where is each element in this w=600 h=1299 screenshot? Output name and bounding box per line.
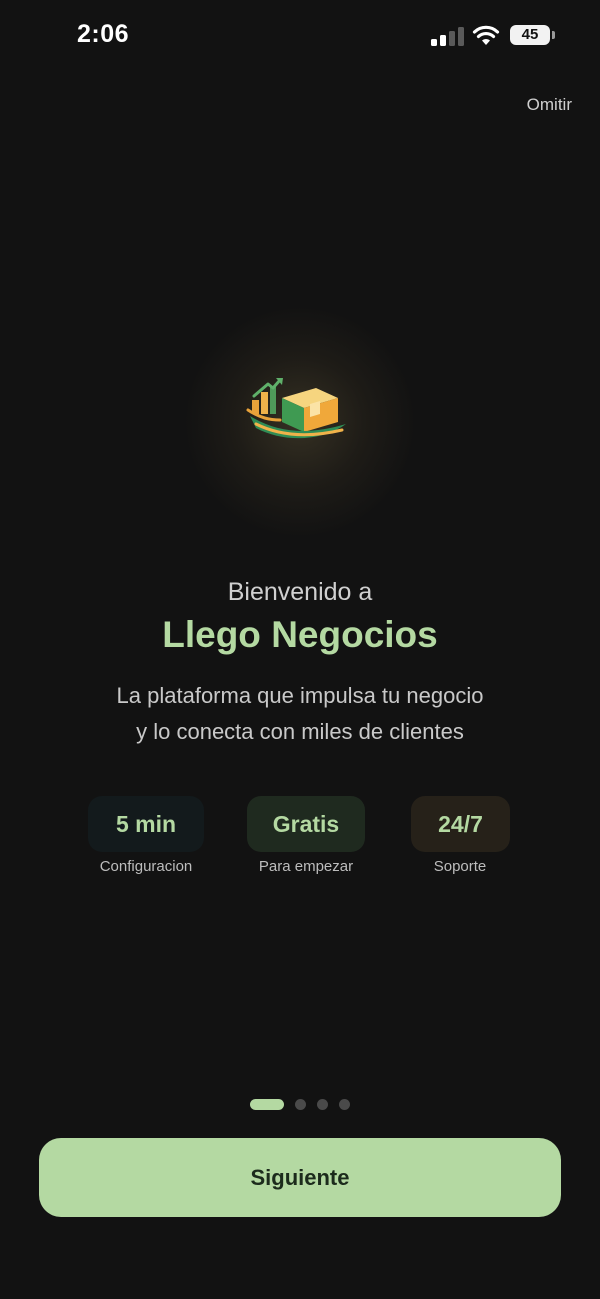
app-title: Llego Negocios — [162, 614, 438, 655]
subtitle: La plataforma que impulsa tu negocio y l… — [0, 678, 600, 750]
battery-cap — [552, 31, 555, 39]
page-dot-1[interactable] — [250, 1099, 284, 1110]
box-growth-logo-icon — [246, 378, 346, 439]
skip-button[interactable]: Omitir — [527, 95, 572, 115]
stat-price: Gratis — [247, 796, 365, 852]
stat-setup-time: 5 min — [88, 796, 204, 852]
page-dot-2[interactable] — [295, 1099, 306, 1110]
page-indicator — [0, 1099, 600, 1111]
next-button[interactable]: Siguiente — [39, 1138, 561, 1217]
welcome-text: Bienvenido a — [227, 578, 373, 606]
stat-setup-label: Configuracion — [99, 858, 193, 875]
signal-icon — [431, 27, 464, 46]
stat-support: 24/7 — [411, 796, 510, 852]
status-time: 2:06 — [77, 20, 130, 48]
battery-level: 45 — [521, 26, 539, 43]
wifi-icon — [472, 25, 500, 45]
stat-price-label: Para empezar — [258, 858, 354, 875]
subtitle-line-1: La plataforma que impulsa tu negocio — [116, 683, 484, 708]
stat-support-label: Soporte — [433, 858, 487, 875]
subtitle-line-2: y lo conecta con miles de clientes — [136, 719, 464, 744]
page-dot-4[interactable] — [339, 1099, 350, 1110]
status-bar: 2:06 45 — [0, 0, 600, 72]
page-dot-3[interactable] — [317, 1099, 328, 1110]
battery-icon: 45 — [510, 25, 556, 47]
